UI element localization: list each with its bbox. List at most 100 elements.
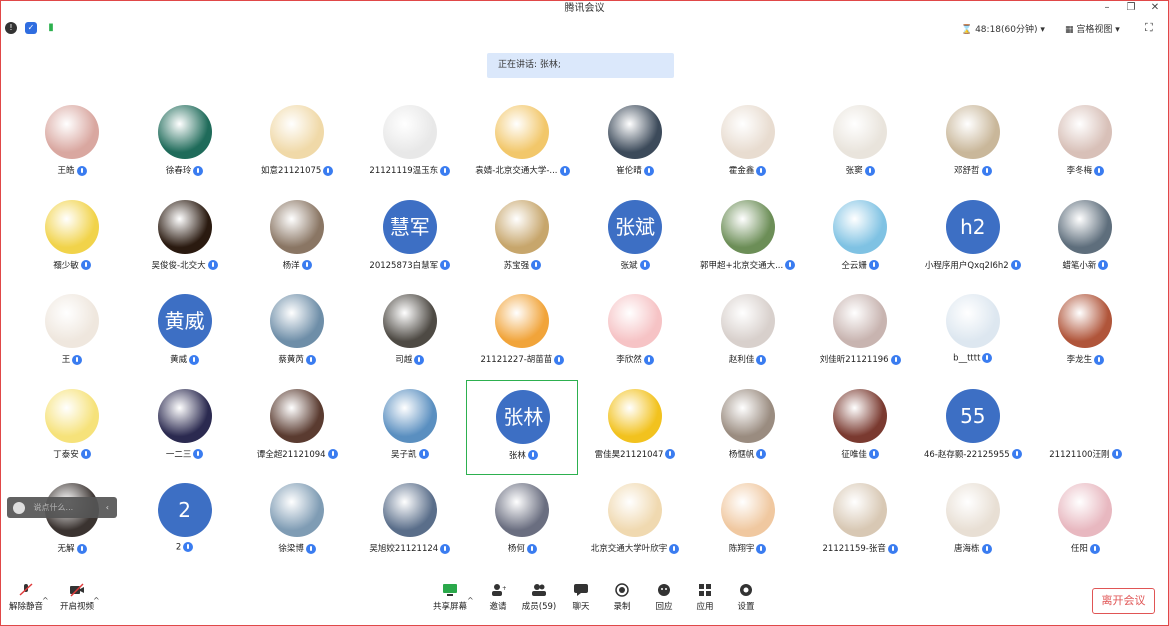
chevron-up-icon[interactable]: ^ [93, 596, 100, 605]
participant-tile[interactable]: 陈翔宇 [692, 474, 804, 569]
signal-icon[interactable]: ▮ [45, 22, 57, 34]
settings-button[interactable]: 设置 [723, 583, 769, 612]
avatar [720, 388, 775, 443]
avatar [1058, 294, 1113, 348]
participant-tile[interactable]: 苏宝强 [466, 191, 578, 286]
leave-meeting-button[interactable]: 离开会议 [1092, 588, 1155, 614]
participant-tile[interactable]: 崔伦晴 [579, 96, 691, 191]
participant-tile[interactable]: b__tttt [917, 285, 1029, 380]
participant-name-text: 蔡黄芮 [278, 355, 304, 365]
participant-name-text: 崔伦晴 [616, 166, 642, 176]
avatar [945, 105, 1000, 159]
participant-tile[interactable]: 蔡黄芮 [241, 285, 353, 380]
chat-icon [574, 584, 588, 596]
participant-tile[interactable]: 郭甲超+北京交通大... [692, 191, 804, 286]
participant-tile[interactable]: 杨何 [466, 474, 578, 569]
participant-tile[interactable]: 吴旭姣21121124 [354, 474, 466, 569]
apps-button[interactable]: 应用 [682, 583, 728, 612]
participant-tile[interactable]: 霍金鑫 [692, 96, 804, 191]
participant-tile[interactable]: 张窦 [804, 96, 916, 191]
meeting-timer[interactable]: ⌛ 48:18(60分钟) ▾ [961, 22, 1045, 35]
participant-tile[interactable]: 任阳 [1029, 474, 1141, 569]
mic-icon [305, 354, 316, 365]
participant-tile[interactable]: 谭全超21121094 [241, 380, 353, 475]
speaking-text: 正在讲话: 张林; [498, 60, 561, 70]
mic-icon [669, 543, 680, 554]
participant-name: 禤少敏 [16, 259, 128, 271]
participant-tile[interactable]: 徐春玲 [129, 96, 241, 191]
participant-tile[interactable]: 21121100汪刚 [1029, 380, 1141, 475]
info-icon[interactable]: ! [5, 22, 17, 34]
participant-tile[interactable]: 刘佳昕21121196 [804, 285, 916, 380]
participant-tile[interactable]: 李欣然 [579, 285, 691, 380]
participant-name: 丁泰安 [16, 448, 128, 460]
chat-button[interactable]: 聊天 [558, 583, 604, 612]
participant-tile[interactable]: 北京交通大学叶欣宇 [579, 474, 691, 569]
participant-tile[interactable]: 21121159-张音 [804, 474, 916, 569]
participant-name-text: 司越 [395, 355, 413, 365]
mic-icon [756, 354, 767, 365]
reaction-button[interactable]: 回应 [641, 583, 687, 612]
participant-tile[interactable]: 唐海栋 [917, 474, 1029, 569]
participant-name-text: 21121159-张音 [822, 544, 886, 554]
svg-text:+: + [502, 585, 506, 592]
participant-tile[interactable]: 吴子凯 [354, 380, 466, 475]
participant-tile[interactable]: 慧军 20125873白慧军 [354, 191, 466, 286]
participant-tile[interactable]: 丁泰安 [16, 380, 128, 475]
participant-tile[interactable]: 司越 [354, 285, 466, 380]
participant-tile[interactable]: 杨洋 [241, 191, 353, 286]
participant-tile[interactable]: 22 [129, 474, 241, 569]
close-icon[interactable]: ✕ [1143, 1, 1167, 16]
participant-tile[interactable]: 55 46-赵存颢-22125955 [917, 380, 1029, 475]
participant-tile[interactable]: 吴俊俊-北交大 [129, 191, 241, 286]
fullscreen-icon[interactable]: ⛶ [1145, 21, 1153, 35]
participant-tile[interactable]: 21121227-胡苗苗 [466, 285, 578, 380]
restore-icon[interactable]: ❐ [1119, 1, 1143, 16]
avatar [45, 199, 99, 254]
avatar [382, 483, 437, 537]
participant-tile[interactable]: 一二三 [129, 380, 241, 475]
participant-tile[interactable]: 张斌 张斌 [579, 191, 691, 286]
participant-tile[interactable]: 徐梁博 [241, 474, 353, 569]
participant-tile[interactable]: 王皓 [16, 96, 128, 191]
participant-name-text: 雷佳昊21121047 [594, 449, 664, 460]
participant-tile[interactable]: 征唯佳 [804, 380, 916, 475]
participant-tile[interactable]: 21121119温玉东 [354, 96, 466, 191]
chevron-up-icon[interactable]: ^ [42, 596, 49, 605]
members-button[interactable]: 成员(59) [516, 583, 562, 612]
participant-tile[interactable]: 黄威 黄威 [129, 285, 241, 380]
participant-tile[interactable]: 李冬梅 [1029, 96, 1141, 191]
participant-tile[interactable]: 王 [16, 285, 128, 380]
participant-tile[interactable]: 张林 张林 [466, 379, 579, 475]
participant-name: 郭甲超+北京交通大... [692, 259, 804, 271]
chevron-left-icon[interactable]: ‹ [106, 497, 109, 518]
avatar [495, 294, 550, 348]
participant-name-text: 北京交通大学叶欣宇 [590, 544, 668, 554]
participant-tile[interactable]: h2 小程序用户Qxq2I6h2 [917, 191, 1029, 286]
participant-tile[interactable]: 无解 [16, 474, 128, 569]
participant-tile[interactable]: 袁婧-北京交通大学-... [466, 96, 578, 191]
chevron-up-icon[interactable]: ^ [467, 596, 474, 605]
participant-tile[interactable]: 邓舒哲 [917, 96, 1029, 191]
participant-tile[interactable]: 仝云姗 [804, 191, 916, 286]
emoji-icon[interactable] [13, 501, 25, 514]
avatar [45, 294, 99, 348]
participant-tile[interactable]: 蜡笔小新 [1029, 191, 1141, 286]
avatar [270, 294, 325, 348]
avatar [495, 483, 550, 537]
participant-tile[interactable]: 杨惬帆 [692, 380, 804, 475]
record-button[interactable]: 录制 [599, 583, 645, 612]
participant-tile[interactable]: 禤少敏 [16, 191, 128, 286]
minimize-icon[interactable]: – [1095, 1, 1119, 16]
participant-tile[interactable]: 李龙生 [1029, 285, 1141, 380]
participant-name: 小程序用户Qxq2I6h2 [917, 259, 1029, 271]
chat-input[interactable]: 说点什么... ‹ [7, 497, 117, 518]
participant-tile[interactable]: 赵利佳 [692, 285, 804, 380]
shield-icon[interactable]: ✓ [25, 22, 37, 34]
participant-tile[interactable]: 如意21121075 [241, 96, 353, 191]
view-mode-button[interactable]: ▦ 宫格视图 ▾ [1065, 22, 1120, 35]
invite-button[interactable]: + 邀请 [475, 583, 521, 612]
mic-off-icon [19, 583, 33, 596]
mic-icon [756, 543, 767, 554]
participant-tile[interactable]: 雷佳昊21121047 [579, 380, 691, 475]
